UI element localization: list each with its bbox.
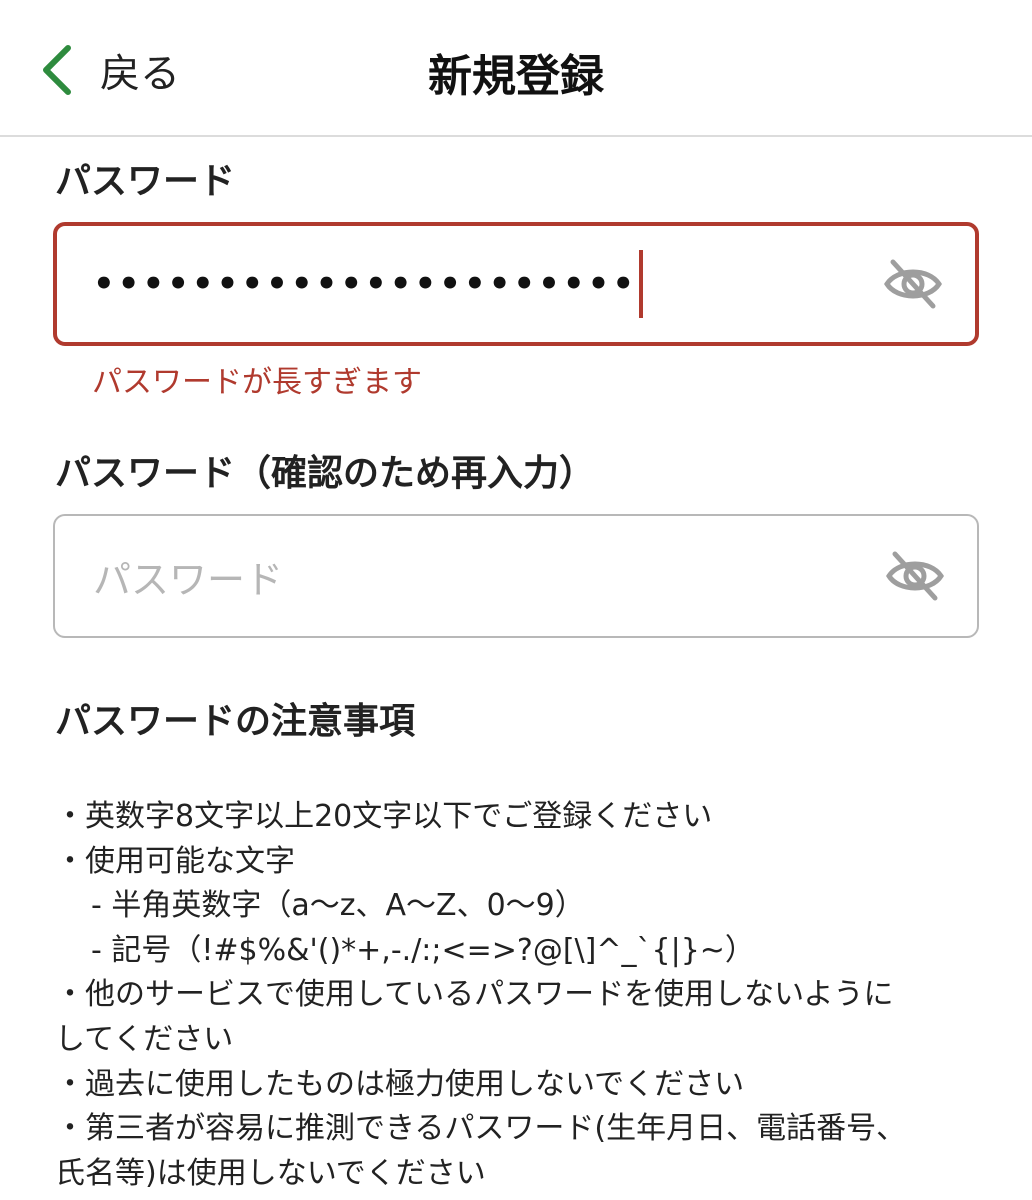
eye-slash-icon[interactable] <box>885 546 945 606</box>
page-title: 新規登録 <box>428 51 604 102</box>
note-line: ・使用可能な文字 <box>55 843 295 879</box>
eye-slash-icon[interactable] <box>883 254 943 314</box>
password-error-message: パスワードが長すぎます <box>92 365 422 400</box>
password-input[interactable]: •••••••••••••••••••••• <box>53 222 979 346</box>
header-bar: 戻る 新規登録 <box>0 0 1032 137</box>
password-label: パスワード <box>55 161 236 202</box>
note-line: ・英数字8文字以上20文字以下でご登録ください <box>55 799 713 834</box>
note-line: ・第三者が容易に推測できるパスワード(生年月日、電話番号、 <box>55 1111 907 1147</box>
note-line: - 半角英数字（a〜z、A〜Z、0〜9） <box>91 888 585 924</box>
password-notes-list: ・英数字8文字以上20文字以下でご登録ください ・使用可能な文字 - 半角英数字… <box>55 795 975 1196</box>
note-line: ・他のサービスで使用しているパスワードを使用しないように <box>55 977 894 1013</box>
note-line: 氏名等)は使用しないでください <box>55 1155 486 1191</box>
note-line: - 記号（!#$%&'()*+,-./:;<=>?@[\]^_`{|}~） <box>91 932 755 968</box>
note-line: してください <box>55 1021 234 1057</box>
text-caret <box>639 250 644 318</box>
confirm-password-placeholder: パスワード <box>93 557 284 602</box>
confirm-password-input[interactable]: パスワード <box>53 514 979 638</box>
note-line: ・過去に使用したものは極力使用しないでください <box>55 1066 745 1102</box>
confirm-password-label: パスワード（確認のため再入力） <box>55 453 596 494</box>
password-value: •••••••••••••••••••••• <box>93 264 638 304</box>
password-notes-title: パスワードの注意事項 <box>55 701 416 742</box>
